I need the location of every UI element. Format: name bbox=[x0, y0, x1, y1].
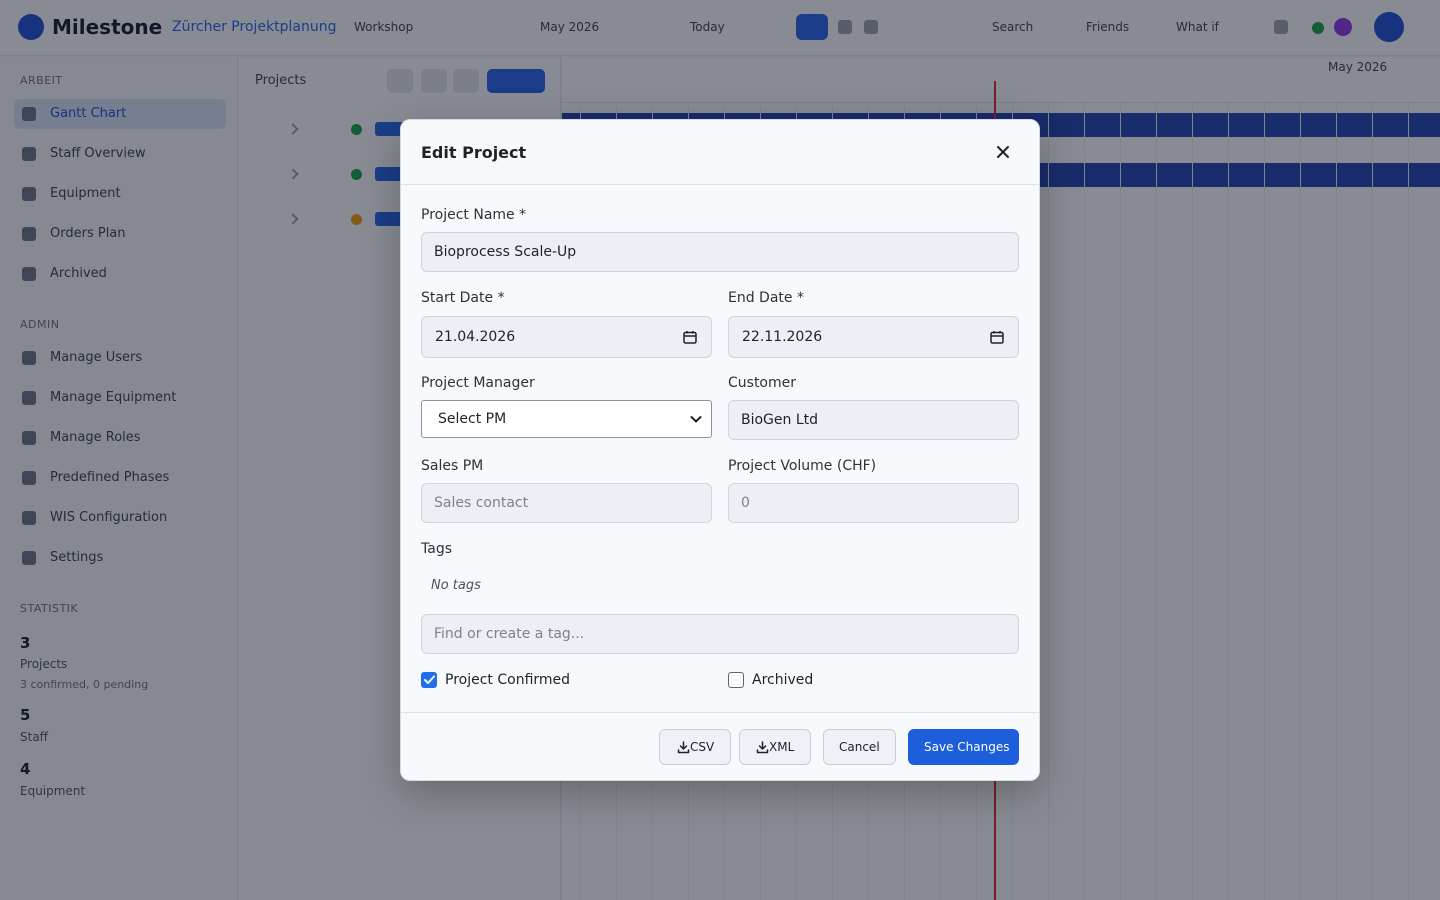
cancel-label: Cancel bbox=[839, 740, 880, 754]
chevron-down-icon bbox=[690, 416, 702, 423]
cancel-button[interactable]: Cancel bbox=[823, 729, 896, 765]
close-icon bbox=[997, 146, 1009, 158]
dialog-header: Edit Project bbox=[401, 120, 1039, 185]
archived-checkbox[interactable] bbox=[728, 672, 744, 688]
project-volume-label: Project Volume (CHF) bbox=[728, 458, 877, 474]
export-csv-label: CSV bbox=[690, 740, 715, 754]
export-xml-button[interactable]: XML bbox=[739, 729, 811, 765]
dialog-title: Edit Project bbox=[421, 143, 527, 162]
calendar-icon[interactable] bbox=[683, 330, 697, 344]
close-button[interactable] bbox=[991, 140, 1015, 164]
project-confirmed-label[interactable]: Project Confirmed bbox=[445, 672, 570, 688]
export-xml-label: XML bbox=[769, 740, 795, 754]
end-date-label: End Date * bbox=[728, 290, 804, 306]
edit-project-dialog: Edit Project Project Name * Start Date *… bbox=[400, 119, 1040, 781]
download-icon bbox=[677, 741, 690, 754]
tags-label: Tags bbox=[421, 541, 452, 557]
customer-label: Customer bbox=[728, 375, 797, 391]
project-volume-input[interactable] bbox=[728, 483, 1019, 523]
project-confirmed-checkbox[interactable] bbox=[421, 672, 437, 688]
no-tags-text: No tags bbox=[431, 578, 481, 593]
tag-search-input[interactable] bbox=[421, 614, 1019, 654]
save-changes-label: Save Changes bbox=[924, 740, 1010, 754]
download-icon bbox=[756, 741, 769, 754]
project-manager-value: Select PM bbox=[438, 411, 507, 427]
sales-pm-label: Sales PM bbox=[421, 458, 484, 474]
end-date-input[interactable]: 22.11.2026 bbox=[728, 316, 1019, 358]
calendar-icon[interactable] bbox=[990, 330, 1004, 344]
project-manager-label: Project Manager bbox=[421, 375, 535, 391]
sales-pm-input[interactable] bbox=[421, 483, 712, 523]
save-changes-button[interactable]: Save Changes bbox=[908, 729, 1019, 765]
start-date-value: 21.04.2026 bbox=[435, 329, 516, 345]
dialog-footer-divider bbox=[401, 712, 1039, 713]
end-date-value: 22.11.2026 bbox=[742, 329, 823, 345]
check-icon bbox=[424, 675, 435, 684]
project-name-input[interactable] bbox=[421, 232, 1019, 272]
project-manager-select[interactable]: Select PM bbox=[421, 400, 712, 438]
project-name-label: Project Name * bbox=[421, 207, 527, 223]
export-csv-button[interactable]: CSV bbox=[659, 729, 731, 765]
customer-input[interactable] bbox=[728, 400, 1019, 440]
start-date-label: Start Date * bbox=[421, 290, 505, 306]
start-date-input[interactable]: 21.04.2026 bbox=[421, 316, 712, 358]
archived-label[interactable]: Archived bbox=[752, 672, 813, 688]
